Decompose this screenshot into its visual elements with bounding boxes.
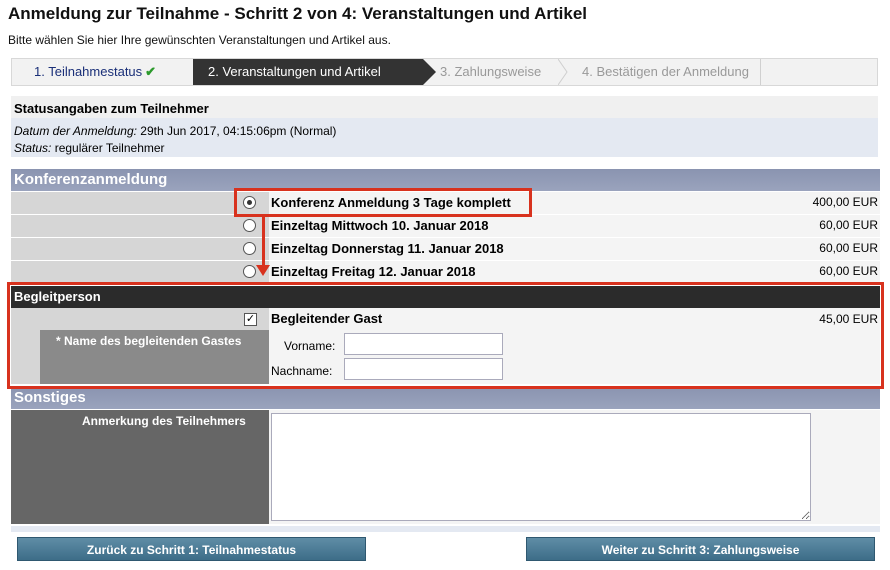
option-price: 400,00 EUR: [812, 195, 878, 209]
highlight-box-begleitperson: [7, 282, 884, 389]
arrow-down-icon: [256, 265, 270, 276]
radio-einzeltag-mittwoch[interactable]: [243, 219, 256, 232]
registration-date: Datum der Anmeldung: 29th Jun 2017, 04:1…: [14, 124, 336, 138]
section-header-sonstiges: Sonstiges: [11, 387, 880, 409]
option-price: 60,00 EUR: [819, 264, 878, 278]
check-icon: ✔: [145, 64, 157, 79]
step-label: 4. Bestätigen der Anmeldung: [582, 64, 749, 79]
back-button[interactable]: Zurück zu Schritt 1: Teilnahmestatus: [17, 537, 366, 561]
option-price: 60,00 EUR: [819, 241, 878, 255]
option-label: Einzeltag Mittwoch 10. Januar 2018: [271, 218, 489, 233]
status-value: regulärer Teilnehmer: [54, 141, 165, 155]
option-label: Einzeltag Donnerstag 11. Januar 2018: [271, 241, 504, 256]
step-divider: [760, 59, 761, 85]
participant-status: Status: regulärer Teilnehmer: [14, 141, 165, 155]
anmerkung-textarea[interactable]: [271, 413, 811, 521]
radio-einzeltag-donnerstag[interactable]: [243, 242, 256, 255]
step-zahlungsweise: 3. Zahlungsweise: [440, 59, 570, 85]
step-label: 3. Zahlungsweise: [440, 64, 542, 79]
option-row[interactable]: Einzeltag Donnerstag 11. Januar 2018 60,…: [11, 238, 880, 260]
option-label: Einzeltag Freitag 12. Januar 2018: [271, 264, 476, 279]
step-label: 1. Teilnahmestatus: [34, 64, 143, 79]
status-title: Statusangaben zum Teilnehmer: [14, 101, 209, 116]
option-row[interactable]: Einzeltag Freitag 12. Januar 2018 60,00 …: [11, 261, 880, 283]
page-subtitle: Bitte wählen Sie hier Ihre gewünschten V…: [8, 33, 391, 47]
row-spacer: [11, 192, 269, 214]
next-button[interactable]: Weiter zu Schritt 3: Zahlungsweise: [526, 537, 875, 561]
step-label: 2. Veranstaltungen und Artikel: [208, 64, 381, 79]
anmerkung-label: Anmerkung des Teilnehmers: [82, 414, 246, 428]
status-label: Status:: [14, 141, 52, 155]
page-title: Anmeldung zur Teilnahme - Schritt 2 von …: [8, 4, 588, 23]
step-teilnahmestatus[interactable]: 1. Teilnahmestatus ✔: [12, 59, 193, 85]
date-label: Datum der Anmeldung:: [14, 124, 137, 138]
row-spacer: [11, 238, 269, 260]
option-price: 60,00 EUR: [819, 218, 878, 232]
row-spacer: [11, 215, 269, 237]
option-row[interactable]: Einzeltag Mittwoch 10. Januar 2018 60,00…: [11, 215, 880, 237]
step-bestaetigen: 4. Bestätigen der Anmeldung: [582, 59, 762, 85]
highlight-box-konferenz: [234, 188, 532, 217]
progress-stepper: 1. Teilnahmestatus ✔ 2. Veranstaltungen u…: [11, 58, 878, 86]
date-value: 29th Jun 2017, 04:15:06pm (Normal): [140, 124, 337, 138]
step-veranstaltungen: 2. Veranstaltungen und Artikel: [193, 59, 423, 85]
highlight-connector-line: [262, 216, 265, 266]
active-step-arrow: [423, 59, 436, 85]
step-separator: [558, 59, 568, 85]
footer-bar: [11, 526, 880, 532]
radio-einzeltag-freitag[interactable]: [243, 265, 256, 278]
row-spacer: [11, 261, 269, 283]
